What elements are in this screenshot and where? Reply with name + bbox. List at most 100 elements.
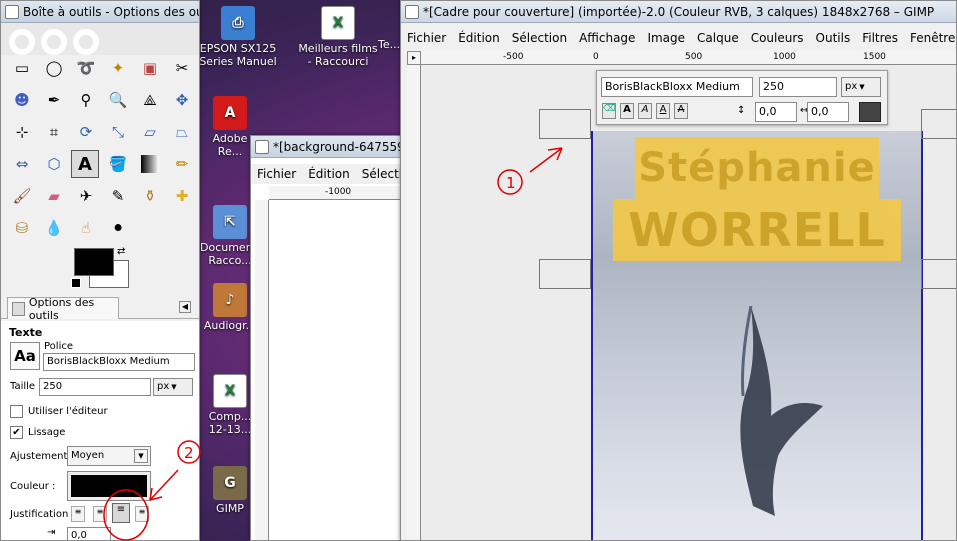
antialias-checkbox[interactable]: ✔ Lissage: [10, 426, 65, 439]
font-preview-button[interactable]: Aa: [10, 342, 40, 370]
text-box-handle[interactable]: [921, 109, 956, 139]
bucket-fill-icon[interactable]: 🪣: [107, 153, 129, 175]
scissors-icon[interactable]: ✂: [171, 57, 193, 79]
color-picker-icon[interactable]: ⚲: [75, 89, 97, 111]
lasso-icon[interactable]: ➰: [75, 57, 97, 79]
toolbar-color-swatch[interactable]: [859, 102, 881, 122]
menu-fichier[interactable]: Fichier: [401, 31, 452, 45]
measure-icon[interactable]: ⟁: [139, 89, 161, 111]
underline-icon[interactable]: A: [656, 103, 670, 119]
default-colors-icon[interactable]: [71, 278, 81, 288]
toolbar-baseline-field[interactable]: 0,0: [755, 102, 797, 122]
unit-dropdown[interactable]: px ▼: [153, 378, 193, 396]
foreground-select-icon[interactable]: ☻: [11, 89, 33, 111]
crop-icon[interactable]: ⌗: [43, 121, 65, 143]
italic-icon[interactable]: A: [638, 103, 652, 119]
text-color-button[interactable]: [67, 471, 151, 501]
desktop-icon-films[interactable]: X Meilleurs films - Raccourci: [295, 6, 381, 68]
justify-right-button[interactable]: ≡: [93, 506, 107, 522]
desktop-icon-epson[interactable]: ⎙ EPSON SX125 Series Manuel: [195, 6, 281, 68]
text-layer-box-2[interactable]: WORRELL: [613, 199, 901, 261]
menu-fichier[interactable]: Fichier: [251, 167, 302, 181]
text-box-handle[interactable]: [921, 259, 956, 289]
blur-icon[interactable]: 💧: [43, 217, 65, 239]
smudge-icon[interactable]: ☝: [75, 217, 97, 239]
airbrush-icon[interactable]: ✈: [75, 185, 97, 207]
clone-icon[interactable]: ⚱: [139, 185, 161, 207]
chevron-down-icon: ▼: [859, 83, 865, 91]
background-canvas[interactable]: [269, 200, 407, 540]
heal-icon[interactable]: ✚: [171, 185, 193, 207]
background-window-titlebar[interactable]: *[background-647559]: [251, 136, 407, 158]
ruler-label: -1000: [325, 187, 352, 197]
select-by-color-icon[interactable]: ▣: [139, 57, 161, 79]
shear-icon[interactable]: ▱: [139, 121, 161, 143]
cage-icon[interactable]: ⬡: [43, 153, 65, 175]
toolbar-unit-dropdown[interactable]: px ▼: [841, 77, 881, 97]
perspective-icon[interactable]: ⏢: [171, 121, 193, 143]
paintbrush-icon[interactable]: 🖌: [11, 185, 33, 207]
blend-icon[interactable]: [141, 155, 159, 173]
toolbar-font-field[interactable]: BorisBlackBloxx Medium: [601, 77, 753, 97]
menu-calque[interactable]: Calque: [691, 31, 745, 45]
main-window-titlebar[interactable]: *[Cadre pour couverture] (importée)-2.0 …: [401, 1, 956, 23]
adjust-dropdown[interactable]: Moyen ▼: [67, 446, 151, 466]
menu-affichage[interactable]: Affichage: [573, 31, 641, 45]
fuzzy-select-icon[interactable]: ✦: [107, 57, 129, 79]
paths-icon[interactable]: ✒: [43, 89, 65, 111]
toolbar-size-field[interactable]: 250: [759, 77, 837, 97]
clear-style-icon[interactable]: ⌫: [602, 103, 616, 119]
menu-filtres[interactable]: Filtres: [856, 31, 904, 45]
ink-icon[interactable]: ✎: [107, 185, 129, 207]
align-icon[interactable]: ⊹: [11, 121, 33, 143]
menu-edition[interactable]: Édition: [452, 31, 506, 45]
menu-selection[interactable]: Sélection: [506, 31, 573, 45]
main-ruler-vertical[interactable]: [407, 65, 421, 540]
main-ruler-horizontal[interactable]: -500 0 500 1000 1500: [421, 51, 956, 65]
font-field[interactable]: BorisBlackBloxx Medium: [43, 353, 195, 371]
menu-outils[interactable]: Outils: [810, 31, 857, 45]
text-box-handle[interactable]: [539, 109, 591, 139]
menu-image[interactable]: Image: [641, 31, 691, 45]
antialias-label: Lissage: [28, 427, 66, 438]
rotate-icon[interactable]: ⟳: [75, 121, 97, 143]
zoom-icon[interactable]: 🔍: [107, 89, 129, 111]
shortcut-icon: ⇱: [213, 205, 247, 239]
eraser-icon[interactable]: ▰: [43, 185, 65, 207]
tab-tool-options[interactable]: Options des outils: [7, 296, 119, 322]
ellipse-select-icon[interactable]: ◯: [43, 57, 65, 79]
justify-left-button[interactable]: ≡: [71, 506, 85, 522]
justify-fill-button[interactable]: ≡: [135, 506, 149, 522]
rect-select-icon[interactable]: ▭: [11, 57, 33, 79]
foreground-color-swatch[interactable]: [74, 248, 114, 276]
pencil-icon[interactable]: ✏: [171, 153, 193, 175]
ruler-corner-button[interactable]: ▸: [407, 51, 421, 65]
move-icon[interactable]: ✥: [171, 89, 193, 111]
swap-colors-icon[interactable]: ⇄: [117, 246, 125, 257]
flip-icon[interactable]: ⇔: [11, 153, 33, 175]
indent-field[interactable]: 0,0: [67, 527, 111, 540]
scale-icon[interactable]: ⤡: [107, 121, 129, 143]
text-box-handle[interactable]: [539, 259, 591, 289]
ruler-label: 0: [593, 52, 599, 62]
toolbar-kerning-field[interactable]: 0,0: [807, 102, 849, 122]
size-field[interactable]: 250: [39, 378, 151, 396]
background-ruler-vertical[interactable]: [255, 200, 269, 540]
main-canvas-area[interactable]: Stéphanie WORRELL BorisBlackBloxx Medium…: [421, 65, 956, 540]
toolbox-titlebar[interactable]: Boîte à outils - Options des out...: [1, 1, 199, 23]
justify-center-button[interactable]: ≡: [112, 503, 130, 523]
use-editor-checkbox[interactable]: Utiliser l'éditeur: [10, 405, 108, 418]
strikethrough-icon[interactable]: A: [674, 103, 688, 119]
menu-edition[interactable]: Édition: [302, 167, 356, 181]
bold-icon[interactable]: A: [620, 103, 634, 119]
desktop-icon-label: EPSON SX125 Series Manuel: [199, 42, 277, 68]
text-tool-icon[interactable]: A: [71, 150, 99, 178]
perspective-clone-icon[interactable]: ⛁: [11, 217, 33, 239]
text-layer-box-1[interactable]: Stéphanie: [635, 137, 879, 199]
menu-couleurs[interactable]: Couleurs: [745, 31, 810, 45]
dodge-burn-icon[interactable]: ⚫: [107, 217, 129, 239]
desktop-icon-te[interactable]: Te...: [378, 38, 400, 51]
background-ruler-horizontal[interactable]: -1000: [269, 186, 407, 200]
tab-menu-icon[interactable]: ◀: [179, 301, 191, 313]
menu-fenetres[interactable]: Fenêtres: [904, 31, 956, 45]
